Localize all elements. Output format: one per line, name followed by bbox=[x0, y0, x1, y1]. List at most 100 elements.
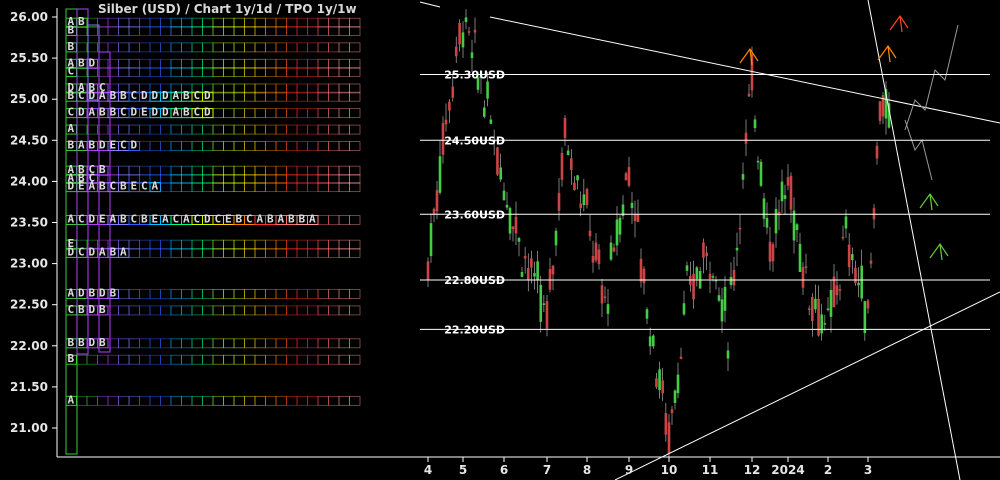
tpo-letter: D bbox=[152, 106, 159, 119]
tpo-tail-cell bbox=[202, 42, 214, 53]
price-level-label: 22.20USD bbox=[444, 323, 505, 336]
tpo-tail-cell bbox=[349, 165, 361, 176]
trend-line bbox=[489, 16, 1000, 124]
tpo-letter: A bbox=[99, 89, 106, 102]
tpo-tail-cell bbox=[212, 108, 224, 119]
tpo-tail-cell bbox=[328, 141, 340, 151]
tpo-tail-cell bbox=[223, 289, 235, 299]
tpo-tail-cell bbox=[244, 26, 256, 36]
tpo-tail-cell bbox=[286, 91, 298, 102]
candle-body bbox=[729, 276, 733, 286]
tpo-tail-cell bbox=[244, 305, 256, 316]
candle-body bbox=[792, 210, 796, 241]
tpo-letter: C bbox=[173, 213, 180, 226]
tpo-letter: C bbox=[68, 303, 75, 316]
candle-body bbox=[444, 119, 448, 125]
tpo-tail-cell bbox=[328, 124, 340, 135]
tpo-tail-cell bbox=[254, 17, 266, 28]
candle-body bbox=[863, 301, 867, 334]
tpo-tail-cell bbox=[233, 182, 245, 193]
candle-body bbox=[702, 242, 705, 258]
tpo-letter: D bbox=[141, 89, 148, 102]
tpo-tail-cell bbox=[275, 305, 287, 316]
price-level-label: 22.80USD bbox=[444, 274, 505, 287]
tpo-tail-cell bbox=[139, 338, 151, 349]
candle-body bbox=[841, 236, 845, 239]
tpo-tail-cell bbox=[338, 42, 350, 53]
tpo-tail-cell bbox=[139, 354, 151, 365]
tpo-tail-cell bbox=[149, 67, 161, 77]
tpo-tail-cell bbox=[244, 182, 256, 193]
tpo-tail-cell bbox=[328, 338, 340, 349]
tpo-tail-cell bbox=[307, 141, 319, 151]
tpo-tail-cell bbox=[275, 58, 287, 69]
candle-body bbox=[633, 214, 637, 222]
candle-body bbox=[615, 219, 619, 246]
candle-body bbox=[612, 247, 616, 252]
tpo-letter: B bbox=[68, 139, 75, 152]
tpo-tail-cell bbox=[349, 67, 361, 77]
tpo-letter: B bbox=[68, 40, 75, 53]
price-chart: A BBBA B DCD A B CB C D A B B C D D D A B C DC D A B B C D E D D A B C D… bbox=[10, 0, 1000, 480]
tpo-tail-cell bbox=[317, 215, 329, 225]
tpo-letter: B bbox=[110, 245, 117, 258]
candle-body bbox=[676, 374, 680, 394]
candle-body bbox=[765, 217, 769, 228]
candle-body bbox=[530, 258, 533, 268]
tpo-tail-cell bbox=[254, 173, 266, 184]
tpo-tail-cell bbox=[202, 124, 214, 135]
candle-body bbox=[872, 208, 876, 220]
tpo-tail-cell bbox=[233, 173, 245, 184]
tpo-tail-cell bbox=[212, 42, 224, 53]
tpo-tail-cell bbox=[254, 354, 266, 365]
x-tick-label: 11 bbox=[702, 463, 719, 477]
tpo-tail-cell bbox=[202, 165, 214, 176]
tpo-tail-cell bbox=[128, 42, 140, 53]
tpo-tail-cell bbox=[202, 17, 214, 28]
tpo-tail-cell bbox=[296, 173, 308, 184]
tpo-letter: D bbox=[68, 245, 75, 258]
tpo-tail-cell bbox=[265, 338, 277, 349]
tpo-tail-cell bbox=[349, 17, 361, 28]
candle-body bbox=[807, 308, 811, 311]
tpo-letter: A bbox=[162, 213, 169, 226]
tpo-letter: D bbox=[204, 89, 211, 102]
tpo-letter: B bbox=[120, 213, 127, 226]
tpo-tail-cell bbox=[338, 26, 350, 36]
candle-body bbox=[560, 153, 564, 180]
tpo-tail-cell bbox=[349, 58, 361, 69]
tpo-tail-cell bbox=[286, 17, 298, 28]
x-tick-label: 10 bbox=[661, 463, 678, 477]
tpo-tail-cell bbox=[223, 182, 235, 193]
tpo-tail-cell bbox=[296, 338, 308, 349]
tpo-letter: B bbox=[120, 89, 127, 102]
candle-body bbox=[432, 208, 436, 215]
tpo-tail-cell bbox=[160, 338, 172, 349]
tpo-letter: B bbox=[99, 180, 106, 193]
tpo-letter: A bbox=[173, 89, 180, 102]
candle-body bbox=[844, 216, 848, 229]
tpo-tail-cell bbox=[254, 338, 266, 349]
tpo-tail-cell bbox=[265, 165, 277, 176]
tpo-tail-cell bbox=[97, 354, 109, 365]
tpo-tail-cell bbox=[223, 124, 235, 135]
tpo-tail-cell bbox=[181, 67, 193, 77]
tpo-tail-cell bbox=[338, 395, 350, 406]
candle-body bbox=[673, 390, 677, 403]
tpo-tail-cell bbox=[338, 182, 350, 193]
x-tick-label: 12 bbox=[744, 463, 761, 477]
tpo-tail-cell bbox=[296, 42, 308, 53]
tpo-tail-cell bbox=[139, 165, 151, 176]
y-tick-label: 22.50 bbox=[10, 298, 48, 312]
tpo-tail-cell bbox=[254, 165, 266, 176]
tpo-letter: E bbox=[225, 213, 232, 226]
candle-body bbox=[648, 336, 652, 347]
tpo-tail-cell bbox=[233, 141, 245, 151]
candle-body bbox=[711, 276, 715, 278]
tpo-tail-cell bbox=[307, 83, 319, 94]
tpo-tail-cell bbox=[338, 173, 350, 184]
tpo-letter: A bbox=[89, 106, 96, 119]
tpo-tail-cell bbox=[212, 58, 224, 69]
tpo-tail-cell bbox=[139, 305, 151, 316]
tpo-tail-cell bbox=[317, 124, 329, 135]
